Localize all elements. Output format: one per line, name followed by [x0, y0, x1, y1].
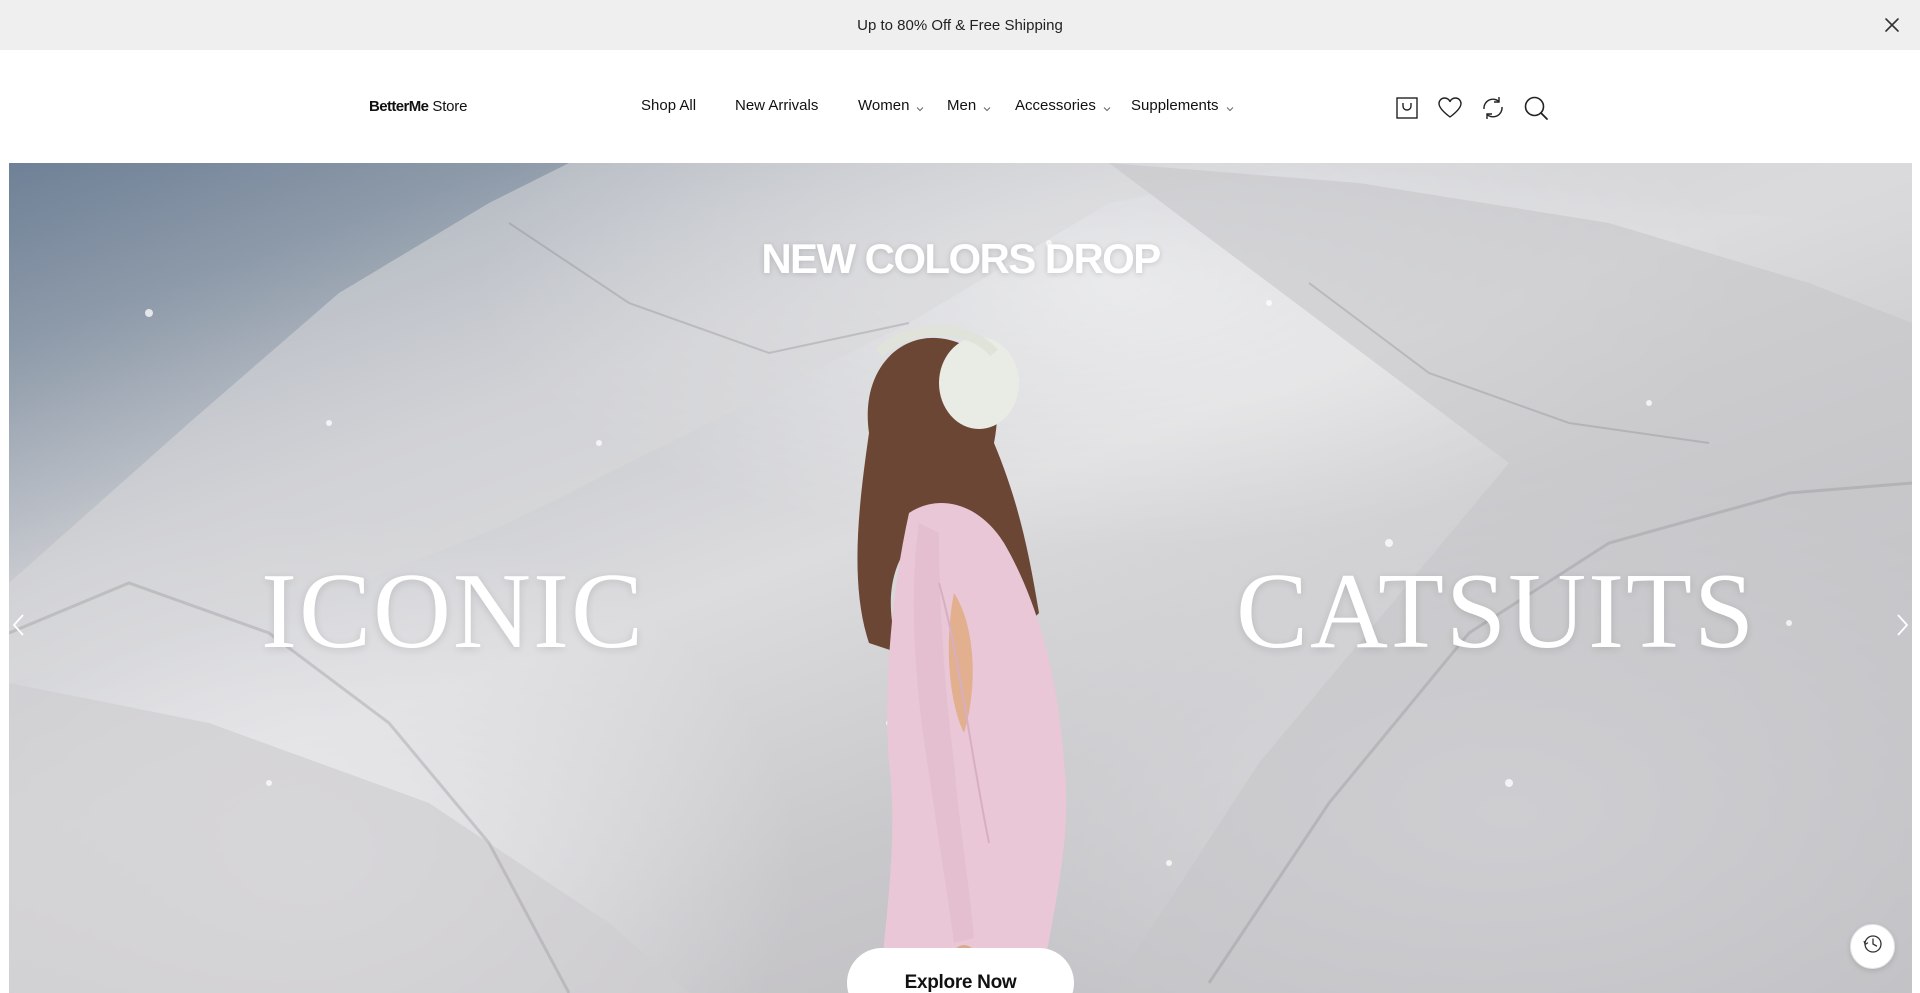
nav-label: Accessories — [1015, 97, 1096, 114]
compare-icon[interactable] — [1479, 94, 1507, 122]
search-icon[interactable] — [1522, 94, 1550, 122]
logo-brand: BetterMe — [369, 98, 429, 115]
hero-word-right: CATSUITS — [1236, 552, 1757, 671]
hero-banner[interactable]: NEW COLORS DROP ICONIC CATSUITS Explore … — [9, 163, 1912, 993]
close-icon[interactable] — [1880, 13, 1904, 37]
hero-kicker: NEW COLORS DROP — [761, 235, 1161, 282]
announcement-bar: Up to 80% Off & Free Shipping — [0, 0, 1920, 50]
nav-label: Men — [947, 97, 977, 114]
model-figure — [857, 325, 1067, 993]
logo-sub: Store — [432, 98, 468, 115]
nav-label: Supplements — [1131, 97, 1219, 114]
nav-item-men[interactable]: Men — [947, 97, 992, 114]
nav-item-women[interactable]: Women — [858, 97, 925, 114]
recently-viewed-button[interactable] — [1850, 924, 1895, 969]
nav-label: Shop All — [641, 97, 697, 114]
nav-item-shop-all[interactable]: Shop All — [641, 97, 696, 114]
hero-word-left: ICONIC — [261, 552, 645, 671]
nav-label: Women — [858, 97, 910, 114]
chevron-down-icon — [1102, 101, 1112, 111]
chevron-right-icon[interactable] — [1892, 610, 1912, 640]
site-header: BetterMe Store Shop All New Arrivals Wome… — [0, 50, 1920, 163]
explore-now-button[interactable]: Explore Now — [847, 948, 1074, 993]
announcement-text: Up to 80% Off & Free Shipping — [857, 16, 1063, 34]
chevron-down-icon — [1225, 101, 1235, 111]
history-icon — [1862, 933, 1884, 960]
cart-icon[interactable] — [1393, 94, 1421, 122]
chevron-left-icon[interactable] — [9, 610, 29, 640]
nav-item-accessories[interactable]: Accessories — [1015, 97, 1112, 114]
chevron-down-icon — [915, 101, 925, 111]
nav-label: New Arrivals — [735, 97, 819, 114]
nav-item-supplements[interactable]: Supplements — [1131, 97, 1235, 114]
nav-item-new-arrivals[interactable]: New Arrivals — [735, 97, 818, 114]
heart-icon[interactable] — [1436, 94, 1464, 122]
store-logo[interactable]: BetterMe Store — [369, 98, 467, 115]
chevron-down-icon — [982, 101, 992, 111]
